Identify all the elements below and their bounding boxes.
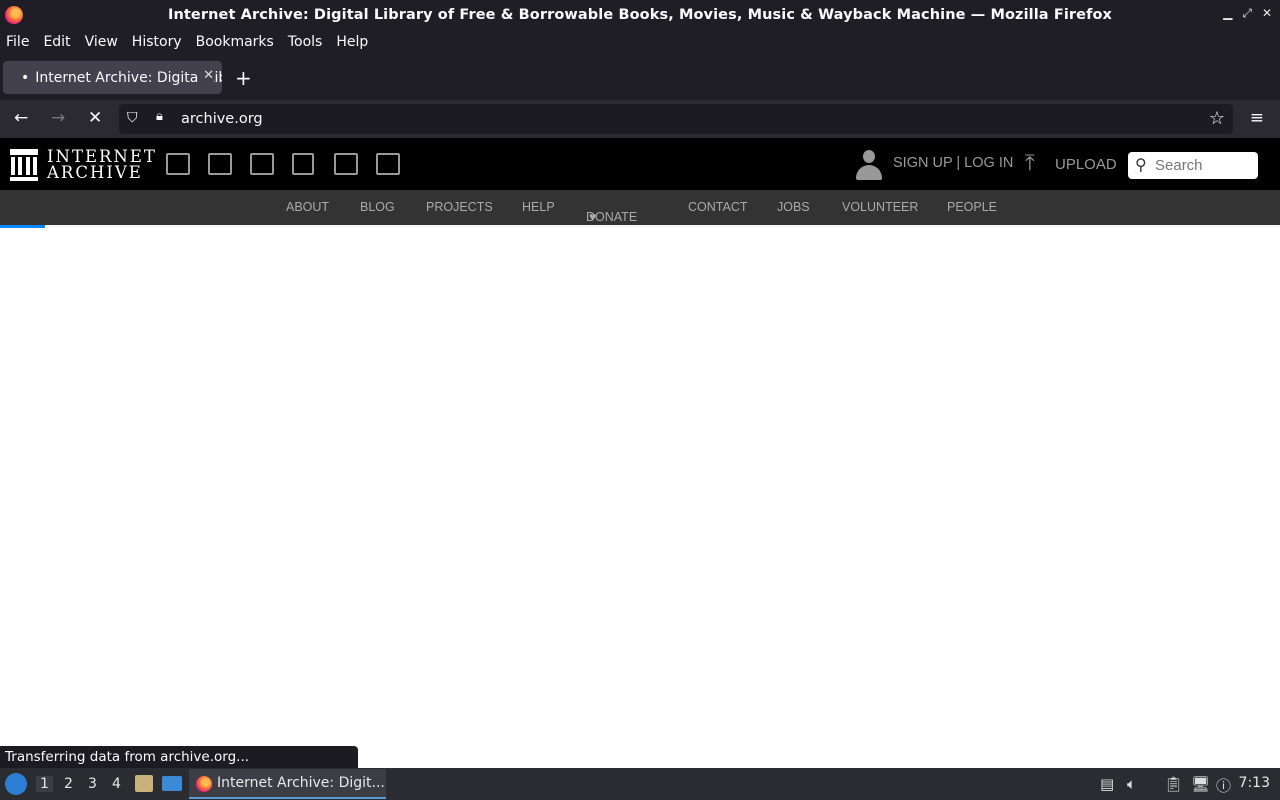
texts-icon[interactable] <box>208 153 232 175</box>
tab-internet-archive[interactable]: • Internet Archive: Digital Library of F… <box>3 61 222 94</box>
ia-wordmark[interactable]: INTERNET ARCHIVE <box>47 148 157 182</box>
ia-nav-bar: ABOUT BLOG PROJECTS HELP DONATE ♥ CONTACT… <box>0 190 1280 225</box>
clock: 7:13 <box>1238 775 1270 791</box>
minimize-button[interactable]: ▁ <box>1223 6 1232 21</box>
software-icon[interactable] <box>334 153 358 175</box>
menu-file[interactable]: File <box>6 34 29 50</box>
workspace-2[interactable]: 2 <box>64 776 73 792</box>
maximize-button[interactable]: ⤢ <box>1242 6 1252 21</box>
start-menu-icon[interactable] <box>5 773 27 795</box>
window-controls: ▁ ⤢ ✕ <box>1223 6 1272 21</box>
stop-loading-button[interactable]: ✕ <box>88 108 102 128</box>
ia-top-header: INTERNET ARCHIVE SIGN UP | LOG IN ⤒ UPLO… <box>0 138 1280 190</box>
workspace-3[interactable]: 3 <box>88 776 97 792</box>
status-bar: Transferring data from archive.org... <box>0 746 358 768</box>
menu-view[interactable]: View <box>85 34 118 50</box>
window-title: Internet Archive: Digital Library of Fre… <box>167 7 1113 23</box>
page-content <box>0 228 1280 768</box>
file-manager-icon[interactable] <box>135 775 153 792</box>
tab-bar: • Internet Archive: Digital Library of F… <box>0 53 1280 100</box>
ia-wordmark-line2: ARCHIVE <box>47 163 143 182</box>
menu-edit[interactable]: Edit <box>43 34 70 50</box>
nav-about[interactable]: ABOUT <box>286 200 329 214</box>
app-menu-button[interactable]: ≡ <box>1250 108 1264 128</box>
tab-title: Internet Archive: Digital Library of Fre… <box>35 69 222 86</box>
back-button[interactable]: ← <box>14 108 28 128</box>
tray-updates-icon[interactable]: ▤ <box>1100 775 1114 793</box>
taskbar-task-title: Internet Archive: Digit... <box>217 775 385 791</box>
menu-bar: File Edit View History Bookmarks Tools H… <box>0 30 1280 53</box>
tab-loading-indicator: • <box>21 69 30 86</box>
tab-close-icon[interactable]: ✕ <box>199 68 214 83</box>
lock-icon[interactable]: 🔒︎ <box>156 109 163 124</box>
clipboard-icon[interactable]: 📋︎ <box>1164 775 1183 793</box>
workspace-1[interactable]: 1 <box>36 776 53 792</box>
menu-history[interactable]: History <box>132 34 182 50</box>
menu-tools[interactable]: Tools <box>288 34 323 50</box>
url-bar[interactable]: ⛉ 🔒︎ archive.org ☆ <box>119 104 1233 134</box>
upload-link[interactable]: UPLOAD <box>1055 156 1117 173</box>
show-desktop-icon[interactable] <box>162 776 182 791</box>
menu-help[interactable]: Help <box>336 34 368 50</box>
new-tab-button[interactable]: + <box>235 66 252 90</box>
nav-volunteer[interactable]: VOLUNTEER <box>842 200 918 214</box>
tracking-protection-shield-icon[interactable]: ⛉ <box>127 110 138 126</box>
firefox-task-icon <box>196 776 212 792</box>
volume-icon[interactable]: 🔈︎ <box>1127 775 1136 793</box>
navigation-toolbar: ← → ✕ ⛉ 🔒︎ archive.org ☆ ≡ <box>0 100 1280 138</box>
window-titlebar: Internet Archive: Digital Library of Fre… <box>0 0 1280 30</box>
nav-blog[interactable]: BLOG <box>360 200 395 214</box>
nav-contact[interactable]: CONTACT <box>688 200 748 214</box>
nav-help[interactable]: HELP <box>522 200 555 214</box>
ia-search-box[interactable]: ⚲ <box>1128 152 1258 179</box>
nav-people[interactable]: PEOPLE <box>947 200 997 214</box>
ia-logo-icon[interactable] <box>10 149 38 181</box>
audio-icon[interactable] <box>292 153 314 175</box>
bookmark-star-icon[interactable]: ☆ <box>1209 108 1225 129</box>
signup-login-link[interactable]: SIGN UP | LOG IN <box>893 155 1013 171</box>
heart-icon: ♥ <box>589 210 597 224</box>
images-icon[interactable] <box>376 153 400 175</box>
upload-icon[interactable]: ⤒ <box>1025 153 1035 175</box>
nav-projects[interactable]: PROJECTS <box>426 200 493 214</box>
desktop-taskbar: 1 2 3 4 Internet Archive: Digit... ▤ 🔈︎ … <box>0 768 1280 800</box>
nav-jobs[interactable]: JOBS <box>777 200 810 214</box>
firefox-logo-icon <box>5 6 23 24</box>
network-icon[interactable]: 🖥︎ <box>1191 775 1210 793</box>
notification-icon[interactable]: ⓘ <box>1216 775 1231 796</box>
search-icon[interactable]: ⚲ <box>1135 155 1147 174</box>
workspace-4[interactable]: 4 <box>112 776 121 792</box>
taskbar-firefox-task[interactable]: Internet Archive: Digit... <box>189 769 386 799</box>
close-window-button[interactable]: ✕ <box>1262 6 1272 21</box>
user-avatar-icon[interactable] <box>855 150 883 180</box>
web-icon[interactable] <box>166 153 190 175</box>
search-input[interactable] <box>1155 156 1253 175</box>
video-icon[interactable] <box>250 153 274 175</box>
url-text[interactable]: archive.org <box>181 111 263 127</box>
menu-bookmarks[interactable]: Bookmarks <box>196 34 274 50</box>
forward-button[interactable]: → <box>51 108 65 128</box>
